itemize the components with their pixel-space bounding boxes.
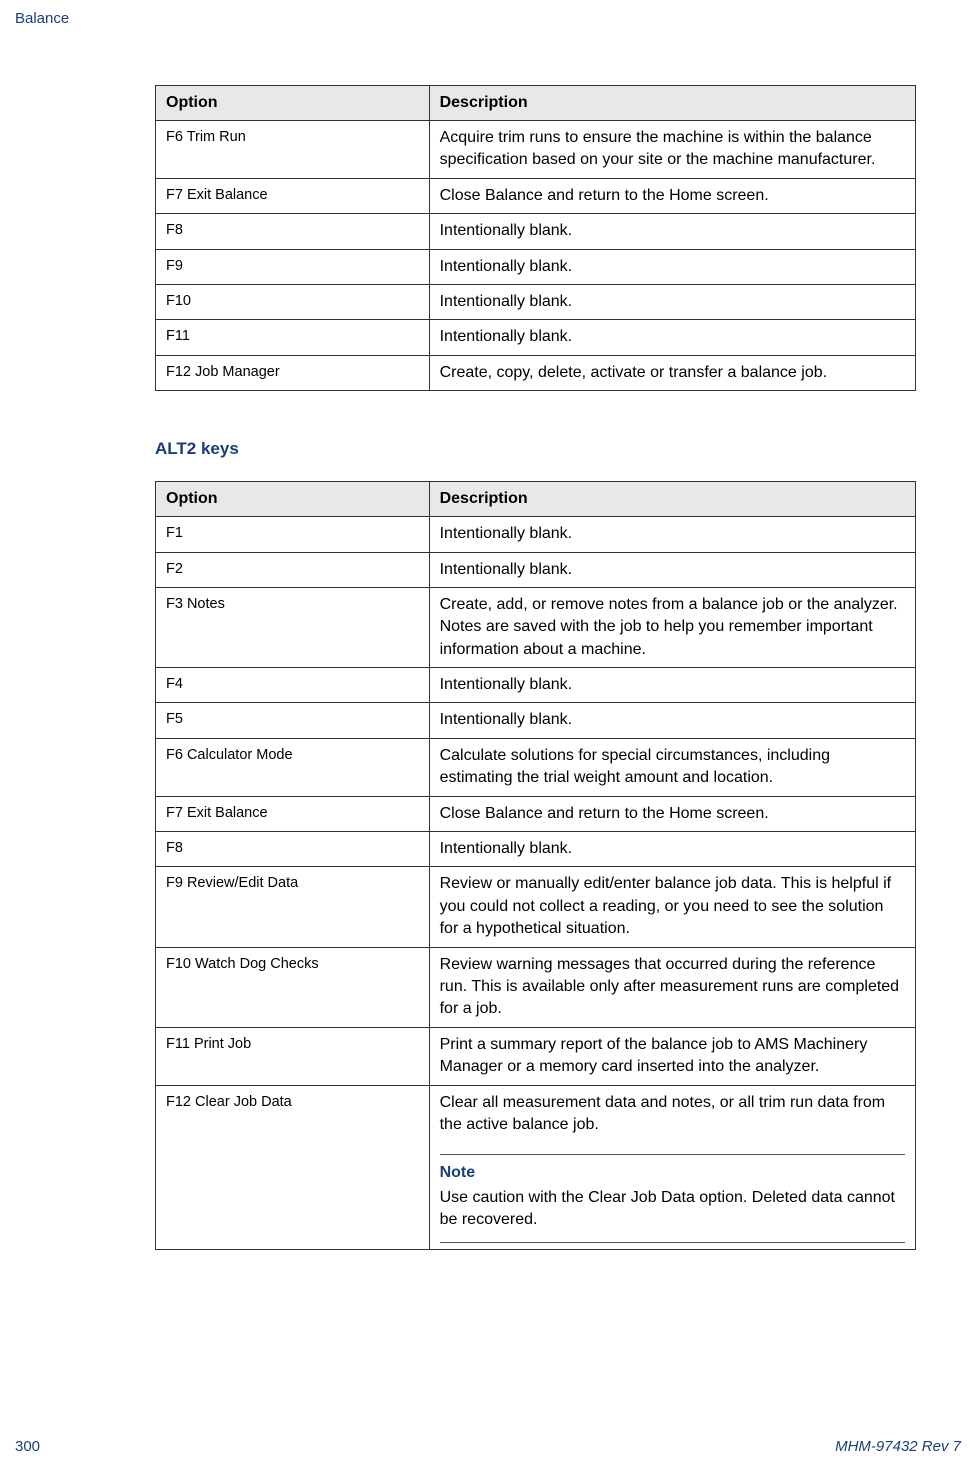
cell-option: F9 [156,249,430,284]
table-row: F2 Intentionally blank. [156,552,916,587]
cell-option: F4 [156,668,430,703]
document-id: MHM-97432 Rev 7 [835,1438,961,1455]
cell-option: F9 Review/Edit Data [156,867,430,947]
cell-option: F5 [156,703,430,738]
cell-description: Intentionally blank. [429,668,915,703]
table-row: F8 Intentionally blank. [156,832,916,867]
cell-option: F10 Watch Dog Checks [156,947,430,1027]
cell-description: Intentionally blank. [429,703,915,738]
table2-header-option: Option [156,482,430,517]
table-row: F3 Notes Create, add, or remove notes fr… [156,587,916,667]
table-row: F5 Intentionally blank. [156,703,916,738]
table1-header-option: Option [156,86,430,121]
cell-description: Acquire trim runs to ensure the machine … [429,121,915,179]
cell-description: Create, add, or remove notes from a bala… [429,587,915,667]
table-row: F9 Review/Edit Data Review or manually e… [156,867,916,947]
cell-description: Review warning messages that occurred du… [429,947,915,1027]
table-row: F9 Intentionally blank. [156,249,916,284]
cell-description: Intentionally blank. [429,320,915,355]
table2-header-description: Description [429,482,915,517]
table-row: F1 Intentionally blank. [156,517,916,552]
table-row: F7 Exit Balance Close Balance and return… [156,796,916,831]
cell-description: Intentionally blank. [429,517,915,552]
cell-option: F1 [156,517,430,552]
cell-option: F3 Notes [156,587,430,667]
cell-option: F6 Trim Run [156,121,430,179]
cell-option: F11 [156,320,430,355]
cell-option: F8 [156,214,430,249]
cell-option: F6 Calculator Mode [156,738,430,796]
cell-description: Close Balance and return to the Home scr… [429,796,915,831]
cell-description: Review or manually edit/enter balance jo… [429,867,915,947]
cell-description: Intentionally blank. [429,832,915,867]
cell-description: Intentionally blank. [429,249,915,284]
table1-header-description: Description [429,86,915,121]
table-row: F4 Intentionally blank. [156,668,916,703]
table-row: F10 Watch Dog Checks Review warning mess… [156,947,916,1027]
table-row: F8 Intentionally blank. [156,214,916,249]
page-footer: 300 MHM-97432 Rev 7 [15,1438,961,1455]
table-row: F7 Exit Balance Close Balance and return… [156,178,916,213]
cell-option: F12 Clear Job Data [156,1085,430,1249]
table-row: F12 Clear Job Data Clear all measurement… [156,1085,916,1249]
main-content: Option Description F6 Trim Run Acquire t… [155,85,916,1298]
table-row: F11 Intentionally blank. [156,320,916,355]
table-alt2-keys: Option Description F1 Intentionally blan… [155,481,916,1249]
section-heading-alt2: ALT2 keys [155,439,916,459]
table-alt1-keys: Option Description F6 Trim Run Acquire t… [155,85,916,391]
cell-option: F10 [156,284,430,319]
cell-option: F11 Print Job [156,1027,430,1085]
page-number: 300 [15,1438,40,1455]
cell-description: Print a summary report of the balance jo… [429,1027,915,1085]
cell-description: Close Balance and return to the Home scr… [429,178,915,213]
cell-description: Calculate solutions for special circumst… [429,738,915,796]
table-row: F6 Calculator Mode Calculate solutions f… [156,738,916,796]
cell-description: Intentionally blank. [429,214,915,249]
cell-description: Intentionally blank. [429,552,915,587]
note-label: Note [440,1162,905,1184]
cell-description: Intentionally blank. [429,284,915,319]
table-row: F12 Job Manager Create, copy, delete, ac… [156,355,916,390]
page-header: Balance [15,10,69,27]
table-row: F6 Trim Run Acquire trim runs to ensure … [156,121,916,179]
cell-option: F8 [156,832,430,867]
cell-option: F7 Exit Balance [156,796,430,831]
table-row: F11 Print Job Print a summary report of … [156,1027,916,1085]
cell-option: F12 Job Manager [156,355,430,390]
cell-option: F7 Exit Balance [156,178,430,213]
note-block: Note Use caution with the Clear Job Data… [440,1154,905,1242]
note-text: Use caution with the Clear Job Data opti… [440,1187,905,1232]
cell-main-text: Clear all measurement data and notes, or… [440,1092,905,1137]
table-row: F10 Intentionally blank. [156,284,916,319]
cell-description: Create, copy, delete, activate or transf… [429,355,915,390]
cell-description: Clear all measurement data and notes, or… [429,1085,915,1249]
cell-option: F2 [156,552,430,587]
